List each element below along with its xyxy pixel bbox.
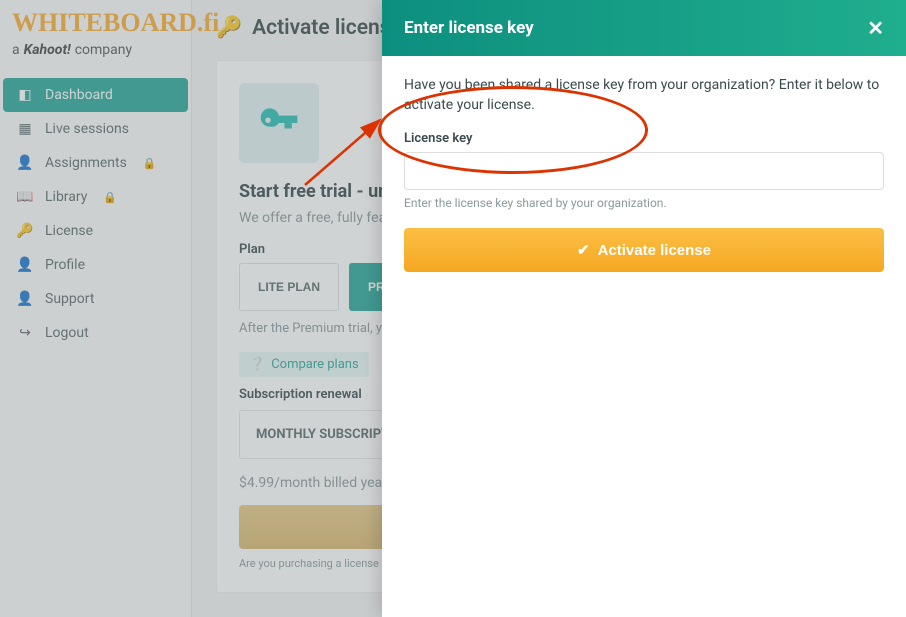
key-illustration [239, 83, 319, 163]
check-icon: ✔ [577, 241, 590, 259]
lock-icon: 🔒 [143, 157, 157, 170]
tagline: a Kahoot! company [12, 42, 179, 58]
person-icon: 👤 [17, 291, 33, 307]
dashboard-icon: ◧ [17, 87, 33, 103]
logout-icon: ↪ [17, 325, 33, 341]
sidebar-item-profile[interactable]: 👤 Profile [3, 248, 188, 282]
sidebar-item-live-sessions[interactable]: ▦ Live sessions [3, 112, 188, 146]
nav-list: ◧ Dashboard ▦ Live sessions 👤 Assignment… [0, 78, 191, 350]
close-icon[interactable]: ✕ [867, 16, 884, 40]
grid-icon: ▦ [17, 121, 33, 137]
sidebar-item-library[interactable]: 📖 Library 🔒 [3, 180, 188, 214]
license-key-helper: Enter the license key shared by your org… [404, 196, 884, 210]
license-key-modal: Enter license key ✕ Have you been shared… [382, 0, 906, 617]
lite-plan-button[interactable]: LITE PLAN [239, 263, 339, 311]
key-icon: 🔑 [216, 16, 242, 40]
user-icon: 👤 [17, 155, 33, 171]
modal-header: Enter license key ✕ [382, 0, 906, 56]
question-icon: ❔ [249, 357, 265, 372]
logo: WHITEBOARD.fi [12, 10, 179, 36]
license-key-input[interactable] [404, 152, 884, 190]
sidebar-item-support[interactable]: 👤 Support [3, 282, 188, 316]
person-icon: 👤 [17, 257, 33, 273]
sidebar-item-logout[interactable]: ↪ Logout [3, 316, 188, 350]
modal-intro: Have you been shared a license key from … [404, 76, 884, 115]
key-icon: 🔑 [17, 223, 33, 239]
activate-license-button[interactable]: ✔ Activate license [404, 228, 884, 272]
book-icon: 📖 [17, 189, 33, 205]
sidebar-item-assignments[interactable]: 👤 Assignments 🔒 [3, 146, 188, 180]
kahoot-logo: Kahoot! [24, 42, 71, 58]
license-key-label: License key [404, 131, 884, 146]
sidebar-item-license[interactable]: 🔑 License [3, 214, 188, 248]
brand-block: WHITEBOARD.fi a Kahoot! company [0, 6, 191, 72]
sidebar: WHITEBOARD.fi a Kahoot! company ◧ Dashbo… [0, 0, 192, 617]
sidebar-item-dashboard[interactable]: ◧ Dashboard [3, 78, 188, 112]
lock-icon: 🔒 [103, 191, 117, 204]
modal-title: Enter license key [404, 18, 534, 38]
compare-plans-link[interactable]: ❔ Compare plans [239, 352, 369, 377]
